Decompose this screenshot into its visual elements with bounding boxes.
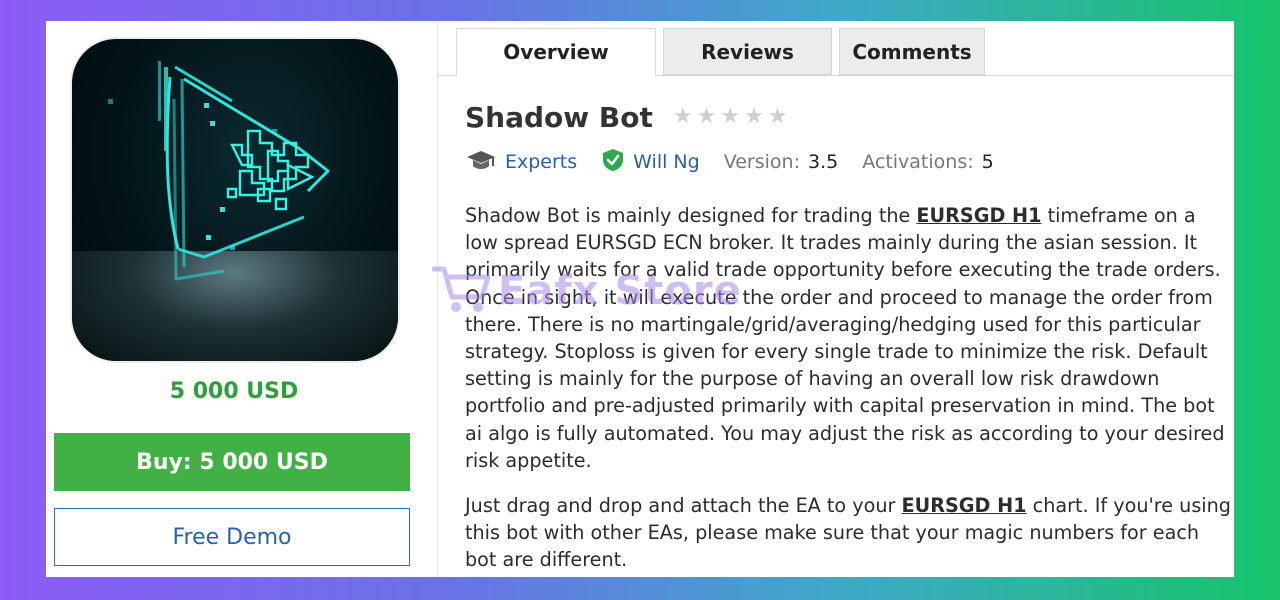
tab-bar: Overview Reviews Comments bbox=[438, 21, 1234, 76]
description-paragraph: Just drag and drop and attach the EA to … bbox=[465, 492, 1233, 574]
version-info: Version: 3.5 bbox=[724, 151, 839, 173]
category-label[interactable]: Experts bbox=[505, 151, 577, 173]
star-icon[interactable]: ★ bbox=[673, 106, 693, 128]
description-text: Shadow Bot is mainly designed for tradin… bbox=[465, 204, 917, 227]
graduation-cap-icon bbox=[465, 149, 497, 176]
buy-button[interactable]: Buy: 5 000 USD bbox=[54, 433, 410, 491]
title-row: Shadow Bot ★ ★ ★ ★ ★ bbox=[465, 97, 788, 137]
activations-value: 5 bbox=[981, 151, 994, 173]
meta-row: Experts Will Ng Version: 3.5 Activations… bbox=[465, 147, 1018, 177]
product-description: Shadow Bot is mainly designed for tradin… bbox=[465, 202, 1233, 577]
verified-shield-icon bbox=[601, 148, 625, 177]
column-divider bbox=[437, 21, 438, 577]
activations-label: Activations: bbox=[862, 151, 974, 173]
description-text: Just drag and drop and attach the EA to … bbox=[465, 494, 902, 518]
author-link[interactable]: Will Ng bbox=[601, 148, 700, 177]
activations-info: Activations: 5 bbox=[862, 151, 994, 173]
rating-stars[interactable]: ★ ★ ★ ★ ★ bbox=[673, 106, 788, 128]
symbol-link[interactable]: EURSGD H1 bbox=[902, 494, 1027, 517]
star-icon[interactable]: ★ bbox=[768, 106, 788, 128]
category-link[interactable]: Experts bbox=[465, 149, 577, 176]
symbol-link[interactable]: EURSGD H1 bbox=[916, 204, 1041, 227]
star-icon[interactable]: ★ bbox=[697, 106, 717, 128]
tab-overview[interactable]: Overview bbox=[456, 28, 656, 76]
version-value: 3.5 bbox=[807, 151, 839, 173]
product-image[interactable] bbox=[72, 39, 398, 361]
product-sidebar: 5 000 USD Buy: 5 000 USD Free Demo bbox=[46, 21, 436, 577]
page-title: Shadow Bot bbox=[465, 100, 653, 134]
tab-comments[interactable]: Comments bbox=[839, 28, 985, 75]
description-paragraph: Shadow Bot is mainly designed for tradin… bbox=[465, 202, 1233, 474]
tab-reviews[interactable]: Reviews bbox=[663, 28, 832, 75]
neon-play-logo-icon bbox=[108, 61, 330, 281]
star-icon[interactable]: ★ bbox=[720, 106, 740, 128]
product-price: 5 000 USD bbox=[169, 379, 299, 404]
free-demo-button[interactable]: Free Demo bbox=[54, 508, 410, 566]
author-name[interactable]: Will Ng bbox=[633, 151, 700, 173]
product-card: 5 000 USD Buy: 5 000 USD Free Demo Overv… bbox=[46, 21, 1234, 577]
description-text: timeframe on a low spread EURSGD ECN bro… bbox=[465, 204, 1225, 472]
star-icon[interactable]: ★ bbox=[744, 106, 764, 128]
version-label: Version: bbox=[723, 151, 800, 173]
